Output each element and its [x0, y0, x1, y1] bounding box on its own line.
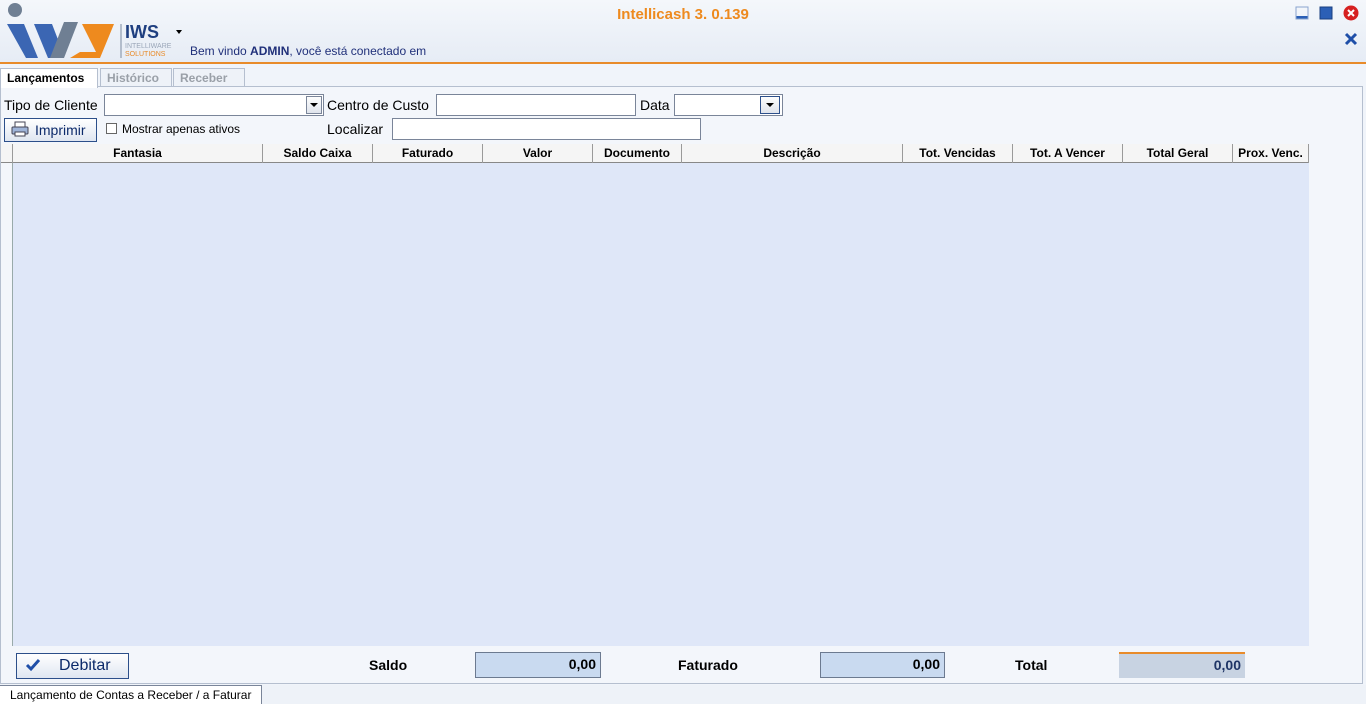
title-bar: IWS INTELLIWARE SOLUTIONS Intellicash 3.…	[0, 0, 1366, 64]
data-label: Data	[640, 97, 670, 113]
welcome-user: ADMIN	[250, 44, 290, 58]
status-tab[interactable]: Lançamento de Contas a Receber / a Fatur…	[0, 685, 263, 704]
logo-sub2: SOLUTIONS	[125, 51, 166, 58]
centro-custo-input[interactable]	[436, 94, 636, 116]
logo-sub1: INTELLIWARE	[125, 43, 172, 50]
debitar-button[interactable]: Debitar	[16, 653, 129, 679]
maximize-icon[interactable]	[1319, 6, 1333, 20]
saldo-label: Saldo	[369, 657, 408, 673]
localizar-label: Localizar	[327, 121, 384, 137]
logo-text: IWS	[125, 22, 159, 42]
close-window-icon[interactable]	[1343, 5, 1359, 21]
welcome-suffix: , você está conectado em	[289, 44, 427, 58]
tab-receber[interactable]: Receber	[173, 68, 245, 87]
minimize-icon[interactable]	[1295, 6, 1309, 20]
tipo-cliente-select[interactable]	[104, 94, 324, 116]
printer-icon	[11, 121, 29, 140]
col-prox-venc[interactable]: Prox. Venc.	[1233, 144, 1309, 163]
col-descricao[interactable]: Descrição	[682, 144, 903, 163]
menu-dropdown-arrow-icon[interactable]	[176, 30, 182, 34]
welcome-prefix: Bem vindo	[190, 44, 247, 58]
col-fantasia[interactable]: Fantasia	[13, 144, 263, 163]
mostrar-ativos-checkbox[interactable]	[106, 123, 117, 134]
total-label: Total	[1015, 657, 1048, 673]
faturado-value: 0,00	[820, 652, 945, 678]
tab-strip: Lançamentos Histórico Receber	[0, 66, 1366, 88]
mostrar-ativos-label: Mostrar apenas ativos	[122, 122, 241, 136]
checkmark-icon	[25, 658, 41, 675]
status-bar: Lançamento de Contas a Receber / a Fatur…	[0, 685, 1366, 704]
col-valor[interactable]: Valor	[483, 144, 593, 163]
grid-body[interactable]	[13, 163, 1309, 646]
col-tot-a-vencer[interactable]: Tot. A Vencer	[1013, 144, 1123, 163]
grid-header: Fantasia Saldo Caixa Faturado Valor Docu…	[1, 144, 1309, 163]
tab-lancamentos[interactable]: Lançamentos	[0, 68, 98, 88]
col-faturado[interactable]: Faturado	[373, 144, 483, 163]
col-total-geral[interactable]: Total Geral	[1123, 144, 1233, 163]
app-title: Intellicash 3. 0.139	[617, 6, 749, 23]
welcome-text: Bem vindo ADMIN, você está conectado em	[190, 44, 426, 58]
col-saldo-caixa[interactable]: Saldo Caixa	[263, 144, 373, 163]
imprimir-label: Imprimir	[35, 122, 86, 138]
imprimir-button[interactable]: Imprimir	[4, 118, 97, 142]
faturado-label: Faturado	[678, 657, 738, 673]
close-form-icon[interactable]	[1344, 32, 1358, 46]
debitar-label: Debitar	[59, 657, 111, 674]
localizar-input[interactable]	[392, 118, 701, 140]
centro-custo-label: Centro de Custo	[327, 97, 429, 113]
total-value: 0,00	[1119, 652, 1245, 678]
grid-indicator-header	[1, 144, 13, 163]
grid-row-indicator	[1, 163, 13, 646]
col-documento[interactable]: Documento	[593, 144, 682, 163]
tipo-cliente-label: Tipo de Cliente	[4, 97, 98, 113]
tab-historico[interactable]: Histórico	[100, 68, 172, 87]
col-tot-vencidas[interactable]: Tot. Vencidas	[903, 144, 1013, 163]
data-dropdown-icon[interactable]	[760, 96, 780, 114]
tipo-cliente-dropdown-icon[interactable]	[306, 96, 322, 114]
saldo-value: 0,00	[475, 652, 601, 678]
